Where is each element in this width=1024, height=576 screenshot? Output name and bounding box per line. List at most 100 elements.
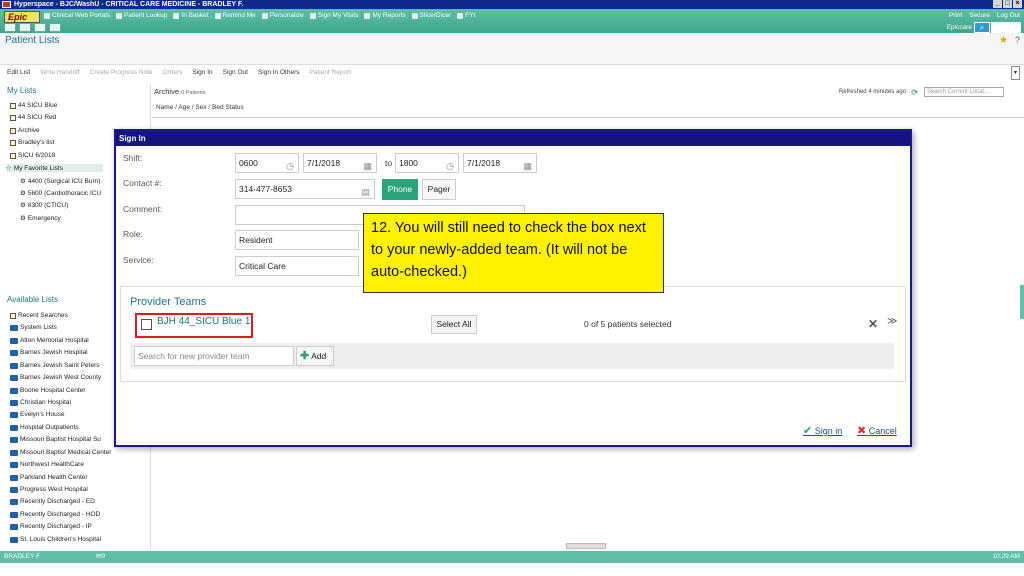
toolbar-item-in-basket[interactable]: In Basket (173, 12, 209, 19)
epic-menu-button[interactable]: Epic (4, 11, 40, 23)
toolbar-item-my-reports[interactable]: My Reports (364, 12, 406, 19)
toolbar-item-remind-me[interactable]: Remind Me (214, 12, 256, 19)
quick-buttons (4, 23, 61, 32)
comment-label: Comment: (123, 204, 163, 214)
sidebar-item-archive[interactable]: Archive (10, 127, 40, 134)
column-header[interactable]: Name / Age / Sex / Bed Status (156, 104, 244, 111)
chevron-down-icon[interactable]: ▾ (1011, 66, 1020, 80)
sidebar-item-progress-west[interactable]: Progress West Hospital (10, 486, 88, 493)
sign-out-button[interactable]: Sign Out (223, 69, 248, 76)
calendar-icon[interactable] (34, 23, 46, 32)
page-title: Patient Lists (5, 35, 60, 46)
shift-end-date[interactable]: 7/1/2018 ▦ (463, 153, 537, 173)
sidebar-item-bradleys-list[interactable]: Bradley's list (10, 139, 54, 146)
sidebar-item-alton[interactable]: Alton Memorial Hospital (10, 337, 89, 344)
status-user: BRADLEY F (4, 553, 41, 560)
sidebar-item-system-lists[interactable]: System Lists (10, 324, 57, 331)
sidebar-item-bj-west-county[interactable]: Barnes Jewish West County (10, 374, 101, 381)
edit-list-button[interactable]: Edit List (7, 69, 30, 76)
orders-button[interactable]: Orders (163, 69, 183, 76)
sidebar-item-missouri-baptist-su[interactable]: Missouri Baptist Hospital Su (10, 436, 101, 443)
toolbar-item-slicerdicer[interactable]: SlicerDicer (411, 12, 451, 19)
sidebar-item-recent-searches[interactable]: Recent Searches (10, 312, 68, 319)
dialog-sign-in-button[interactable]: ✔ Sign in (803, 424, 842, 437)
close-icon[interactable]: × (1013, 0, 1022, 8)
sidebar-item-northwest[interactable]: Northwest HealthCare (10, 461, 84, 468)
my-lists-title: My Lists (7, 86, 37, 95)
toolbar-item-fyi[interactable]: FYI (457, 12, 475, 19)
search-icon[interactable]: ⌕ (974, 22, 990, 33)
write-handoff-button[interactable]: Write Handoff (40, 69, 80, 76)
dialog-cancel-button[interactable]: ✖ Cancel (857, 424, 897, 437)
shift-start-date[interactable]: 7/1/2018 ▦ (303, 153, 377, 173)
sidebar-item-44-sicu-red[interactable]: 44 SICU Red (10, 114, 56, 121)
side-panel-tab[interactable] (1020, 285, 1024, 319)
toolbar-item-secure[interactable]: Secure (969, 12, 990, 19)
sidebar-item-5600[interactable]: ⚙ 5600 (Cardiothoracic ICU (20, 189, 101, 198)
status-bar: BRADLEY F ✉0 10:29 AM (0, 551, 1024, 563)
toolbar-item-print[interactable]: Print (949, 12, 962, 19)
cancel-icon: ✖ (857, 425, 867, 437)
select-all-button[interactable]: Select All (431, 315, 477, 334)
sidebar-item-boone[interactable]: Boone Hospital Center (10, 387, 85, 394)
sidebar-item-sicu-6-2018[interactable]: SICU 6/2018 (10, 152, 55, 159)
patient-report-button[interactable]: Patient Report (310, 69, 352, 76)
dialog-title: Sign In (116, 131, 910, 146)
search-current-location-input[interactable]: Search Current Locat... (924, 87, 1004, 97)
shift-label: Shift: (123, 153, 143, 163)
toolbar-item-log-out[interactable]: Log Out (997, 12, 1020, 19)
toolbar-item-sign-my-visits[interactable]: Sign My Visits (309, 12, 358, 19)
sidebar-item-4400[interactable]: ⚙ 4400 (Surgical ICU Burn) (20, 177, 100, 186)
close-icon[interactable]: ✕ (868, 317, 878, 331)
refresh-icon[interactable]: ⟳ (911, 88, 918, 97)
selected-count: 0 of 5 patients selected (584, 319, 672, 329)
to-label: to (385, 158, 393, 168)
service-field[interactable]: Critical Care (235, 256, 359, 276)
phone-button[interactable]: Phone (382, 179, 418, 200)
sidebar-item-discharged-ed[interactable]: Recently Discharged - ED (10, 498, 95, 505)
sign-in-button[interactable]: Sign In (192, 69, 212, 76)
toolbar-right: Print Secure Log Out (949, 12, 1020, 19)
restore-icon[interactable]: □ (1003, 0, 1012, 8)
pager-button[interactable]: Pager (422, 179, 456, 200)
briefcase-icon[interactable] (49, 23, 61, 32)
toolbar-item-web-portals[interactable]: Clinical Web Portals (44, 12, 110, 19)
sidebar-item-parkland[interactable]: Parkland Health Center (10, 474, 88, 481)
sidebar-item-hospital-outpatients[interactable]: Hospital Outpatients (10, 424, 79, 431)
sidebar-item-discharged-hod[interactable]: Recently Discharged - HOD (10, 511, 100, 518)
contact-field[interactable]: 314-477-8653 ▤ (235, 179, 375, 199)
minimize-icon[interactable]: _ (993, 0, 1002, 8)
add-team-button[interactable]: ✚ Add (296, 346, 334, 366)
toolbar-item-personalize[interactable]: Personalize (261, 12, 304, 19)
divider (152, 117, 1024, 118)
create-progress-note-button[interactable]: Create Progress Note (90, 69, 153, 76)
sidebar-item-st-louis-childrens[interactable]: St. Louis Children's Hospital (10, 536, 101, 543)
team-search-input[interactable]: Search for new provider team (134, 346, 294, 366)
shift-end-time[interactable]: 1800 ◷ (395, 153, 459, 173)
team-checkbox[interactable] (141, 319, 152, 330)
scroll-handle[interactable] (566, 543, 606, 549)
sidebar-item-8300[interactable]: ⚙ 8300 (CTICU) (20, 201, 68, 210)
sidebar-item-missouri-baptist-mc[interactable]: Missouri Baptist Medical Center (10, 449, 111, 456)
role-field[interactable]: Resident (235, 230, 359, 250)
sidebar-item-bj-saint-peters[interactable]: Barnes Jewish Saint Peters (10, 362, 99, 369)
chevron-down-icon[interactable]: ≫ (887, 316, 897, 327)
provider-teams-panel: Provider Teams BJH 44_SICU Blue 1 Select… (120, 286, 906, 382)
sidebar-item-christian[interactable]: Christian Hospital (10, 399, 71, 406)
mail-count[interactable]: ✉0 (96, 551, 105, 563)
team-label[interactable]: BJH 44_SICU Blue 1 (157, 316, 250, 327)
toolbar-search-input[interactable] (991, 22, 1021, 33)
help-icon[interactable]: ? (1015, 35, 1020, 45)
shift-start-time[interactable]: 0600 ◷ (235, 153, 299, 173)
favorite-star-icon[interactable]: ★ (999, 35, 1008, 46)
sidebar-item-evelyns-house[interactable]: Evelyn's House (10, 411, 65, 418)
list-icon[interactable] (19, 23, 31, 32)
sidebar-item-barnes-jewish[interactable]: Barnes Jewish Hospital (10, 349, 88, 356)
sidebar-item-emergency[interactable]: ⚙ Emergency (20, 214, 61, 223)
sidebar-item-44-sicu-blue[interactable]: 44 SICU Blue (10, 102, 57, 109)
sign-in-others-button[interactable]: Sign In Others (258, 69, 300, 76)
sidebar-item-my-favorite-lists[interactable]: ☆ My Favorite Lists (6, 164, 103, 172)
sidebar-item-discharged-ip[interactable]: Recently Discharged - IP (10, 523, 92, 530)
home-icon[interactable] (4, 23, 16, 32)
toolbar-item-patient-lookup[interactable]: Patient Lookup (116, 12, 167, 19)
